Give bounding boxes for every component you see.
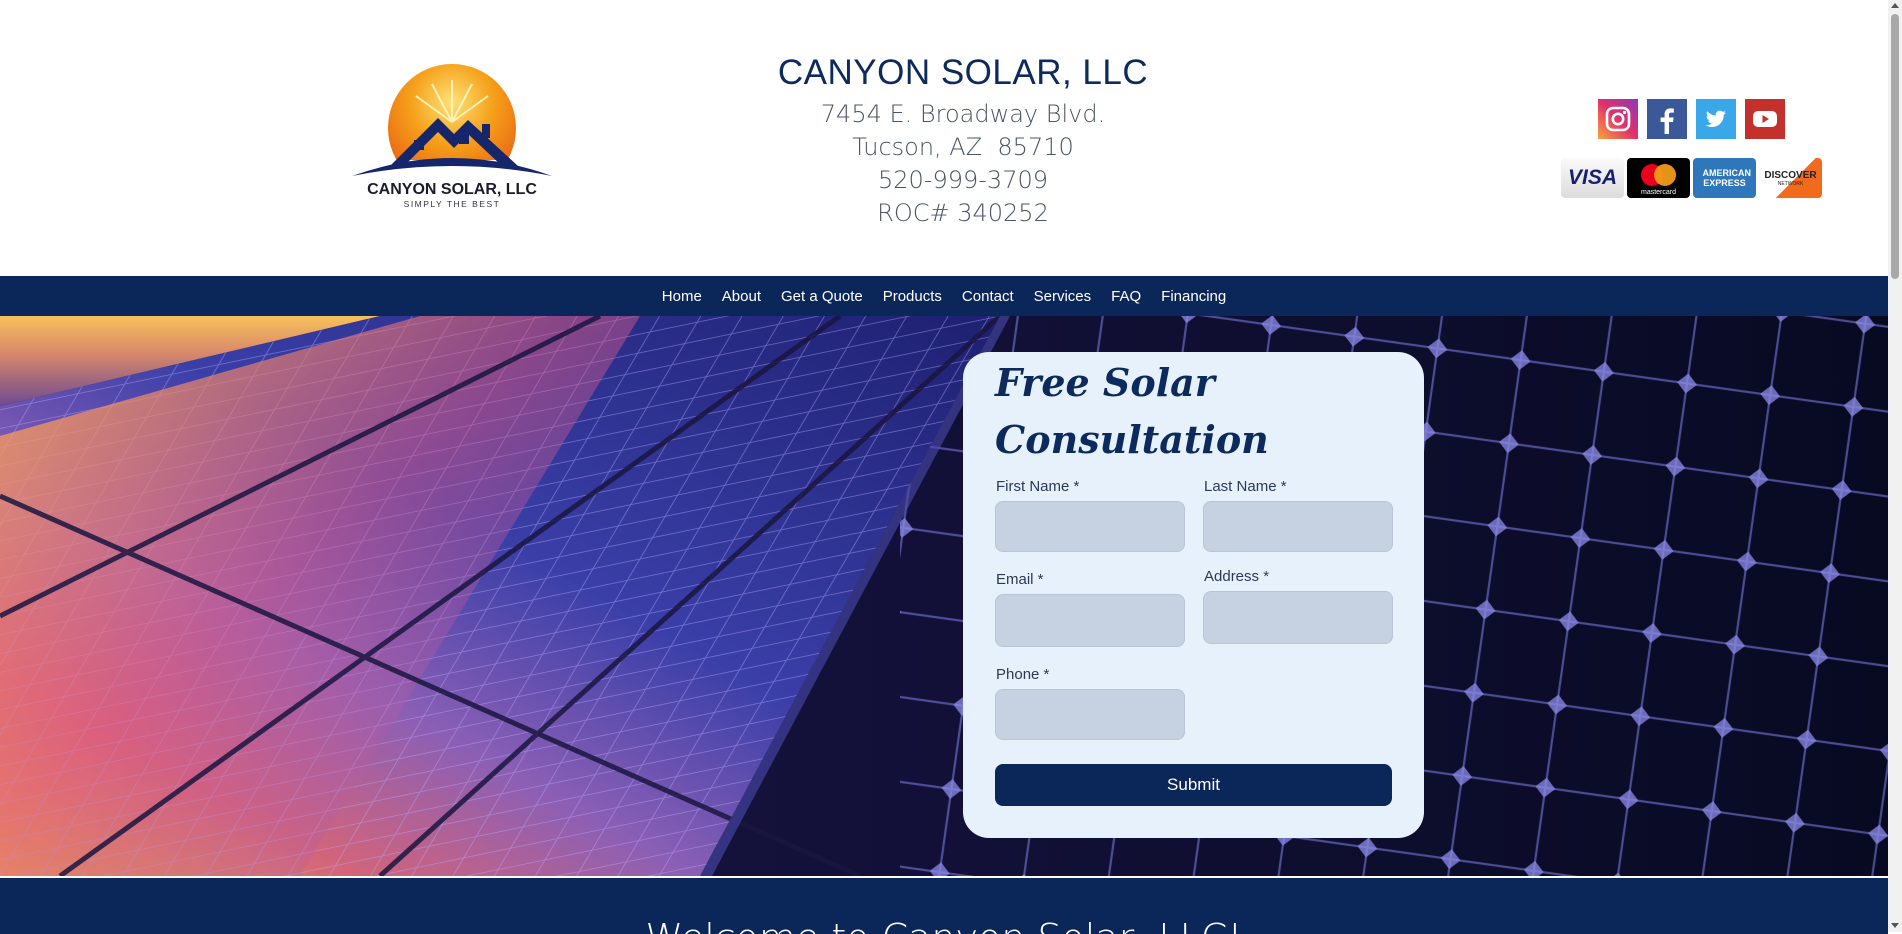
form-title: Free Solar Consultation (995, 360, 1269, 462)
company-logo[interactable]: CANYON SOLAR, LLC SIMPLY THE BEST (350, 62, 554, 220)
instagram-icon[interactable] (1598, 99, 1638, 139)
submit-button[interactable]: Submit (995, 764, 1392, 806)
discover-icon: DISCOVER NETWORK (1759, 158, 1822, 198)
last-name-field[interactable] (1203, 501, 1393, 552)
nav-products[interactable]: Products (873, 288, 952, 305)
license-number: ROC# 340252 (877, 199, 1049, 227)
welcome-title: Welcome to Canyon Solar, LLC! (0, 916, 1888, 934)
logo-title: CANYON SOLAR, LLC (367, 181, 537, 198)
phone-number: 520-999-3709 (877, 166, 1048, 194)
visa-icon: VISA (1561, 158, 1624, 198)
first-name-field[interactable] (995, 501, 1185, 552)
amex-icon: AMERICAN EXPRESS (1693, 158, 1756, 198)
main-nav: Home About Get a Quote Products Contact … (0, 276, 1888, 316)
nav-faq[interactable]: FAQ (1101, 288, 1151, 305)
phone-label: Phone * (996, 666, 1050, 683)
last-name-label: Last Name * (1204, 478, 1287, 495)
scroll-up-icon[interactable] (1891, 3, 1899, 8)
nav-get-a-quote[interactable]: Get a Quote (771, 288, 873, 305)
solar-panels-image (0, 316, 1888, 876)
phone-field[interactable] (995, 689, 1185, 740)
facebook-icon[interactable] (1647, 99, 1687, 139)
nav-contact[interactable]: Contact (952, 288, 1024, 305)
consultation-form: Free Solar Consultation First Name * Las… (963, 352, 1424, 838)
address-line-2: Tucson, AZ 85710 (852, 133, 1074, 161)
twitter-icon[interactable] (1696, 99, 1736, 139)
welcome-section: Welcome to Canyon Solar, LLC! (0, 876, 1888, 934)
logo-tagline: SIMPLY THE BEST (404, 199, 501, 209)
youtube-icon[interactable] (1745, 99, 1785, 139)
mastercard-icon: mastercard (1627, 158, 1690, 198)
nav-about[interactable]: About (712, 288, 771, 305)
site-header: CANYON SOLAR, LLC SIMPLY THE BEST CANYON… (0, 0, 1888, 276)
company-name: CANYON SOLAR, LLC (777, 53, 1149, 92)
email-label: Email * (996, 571, 1044, 588)
address-label: Address * (1204, 568, 1270, 585)
hero-banner (0, 316, 1888, 876)
page-scrollbar[interactable] (1888, 0, 1902, 932)
social-links (1598, 99, 1785, 139)
email-field[interactable] (995, 594, 1185, 647)
nav-home[interactable]: Home (652, 288, 712, 305)
address-field[interactable] (1203, 591, 1393, 644)
company-info: CANYON SOLAR, LLC 7454 E. Broadway Blvd.… (600, 52, 1326, 230)
nav-financing[interactable]: Financing (1151, 288, 1236, 305)
address-line-1: 7454 E. Broadway Blvd. (820, 100, 1106, 128)
payment-methods: VISA mastercard AMERICAN EXPRESS DISCOVE… (1561, 158, 1822, 198)
nav-services[interactable]: Services (1024, 288, 1102, 305)
scroll-down-icon[interactable] (1891, 923, 1899, 928)
first-name-label: First Name * (996, 478, 1080, 495)
scrollbar-thumb[interactable] (1891, 14, 1899, 279)
